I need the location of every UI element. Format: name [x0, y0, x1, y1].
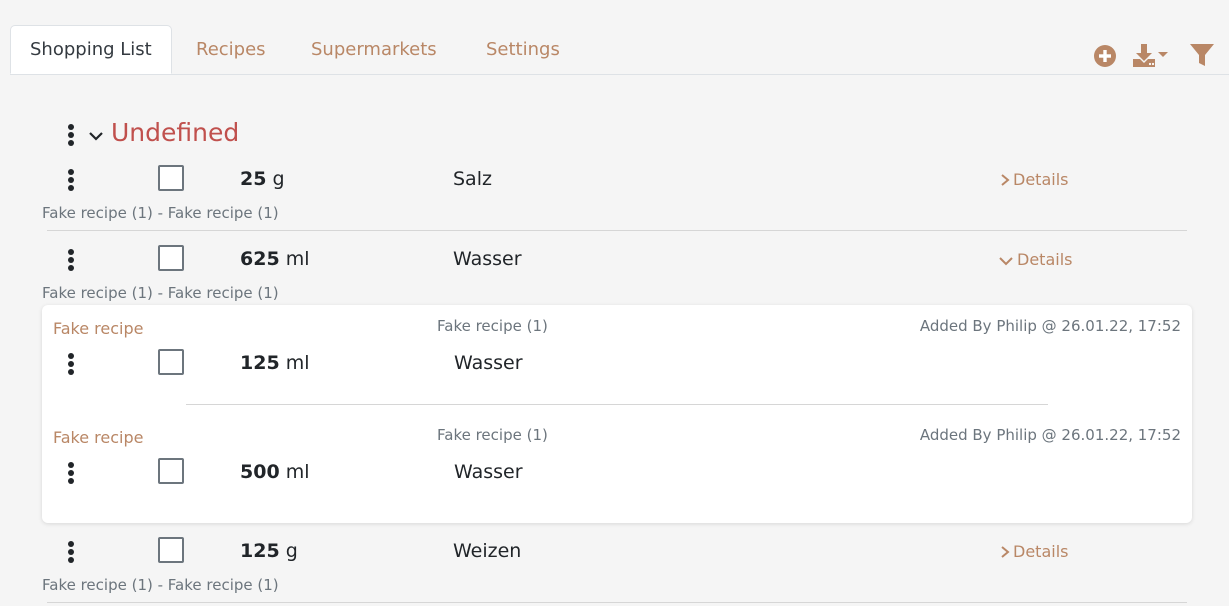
- entry-checkbox[interactable]: [158, 245, 184, 271]
- sub-item-recipe-link[interactable]: Fake recipe: [53, 428, 143, 447]
- tab-supermarkets[interactable]: Supermarkets: [311, 25, 437, 74]
- entry-checkbox[interactable]: [158, 165, 184, 191]
- chevron-right-icon: [1001, 174, 1010, 186]
- tab-recipes[interactable]: Recipes: [196, 25, 266, 74]
- sub-item-checkbox[interactable]: [158, 458, 184, 484]
- sub-item-amount: 500 ml: [240, 461, 310, 483]
- tab-bar-divider: [10, 74, 1229, 75]
- category-menu-icon[interactable]: [66, 123, 76, 149]
- plus-circle-icon[interactable]: [1094, 45, 1116, 67]
- entry-recipes: Fake recipe (1) - Fake recipe (1): [42, 576, 279, 594]
- sub-item-menu-icon[interactable]: [66, 461, 76, 487]
- entry-details-card: Fake recipe Fake recipe (1) Added By Phi…: [42, 305, 1192, 523]
- sub-item-added-by: Added By Philip @ 26.01.22, 17:52: [919, 317, 1181, 335]
- sub-item-food: Wasser: [454, 461, 523, 483]
- tab-settings[interactable]: Settings: [486, 25, 560, 74]
- row-divider: [47, 230, 1187, 231]
- sub-item-amount: 125 ml: [240, 352, 310, 374]
- sub-item-recipe-ref: Fake recipe (1): [437, 317, 548, 335]
- entry-amount: 25 g: [240, 168, 285, 190]
- entry-checkbox[interactable]: [158, 537, 184, 563]
- row-divider: [47, 602, 1187, 603]
- chevron-down-icon: [999, 257, 1013, 266]
- filter-icon[interactable]: [1190, 44, 1214, 68]
- entry-recipes: Fake recipe (1) - Fake recipe (1): [42, 284, 279, 302]
- entry-menu-icon[interactable]: [66, 248, 76, 274]
- details-toggle[interactable]: Details: [1000, 170, 1068, 189]
- entry-amount: 625 ml: [240, 248, 310, 270]
- entry-menu-icon[interactable]: [66, 168, 76, 194]
- entry-amount: 125 g: [240, 540, 298, 562]
- sub-item-menu-icon[interactable]: [66, 352, 76, 378]
- sub-item-recipe-link[interactable]: Fake recipe: [53, 319, 143, 338]
- sub-item-checkbox[interactable]: [158, 349, 184, 375]
- sub-item-food: Wasser: [454, 352, 523, 374]
- tab-shopping-list[interactable]: Shopping List: [10, 25, 172, 74]
- sub-item-added-by: Added By Philip @ 26.01.22, 17:52: [919, 426, 1181, 444]
- entry-food: Salz: [453, 168, 492, 190]
- category-title[interactable]: Undefined: [111, 118, 239, 147]
- details-toggle[interactable]: Details: [1000, 542, 1068, 561]
- sub-item-divider: [186, 404, 1048, 405]
- entry-recipes: Fake recipe (1) - Fake recipe (1): [42, 204, 279, 222]
- sub-item-recipe-ref: Fake recipe (1): [437, 426, 548, 444]
- entry-food: Wasser: [453, 248, 522, 270]
- chevron-down-icon[interactable]: [88, 128, 104, 142]
- chevron-right-icon: [1001, 546, 1010, 558]
- entry-menu-icon[interactable]: [66, 540, 76, 566]
- details-toggle[interactable]: Details: [998, 250, 1072, 269]
- entry-food: Weizen: [453, 540, 522, 562]
- download-dropdown-icon[interactable]: [1133, 44, 1171, 68]
